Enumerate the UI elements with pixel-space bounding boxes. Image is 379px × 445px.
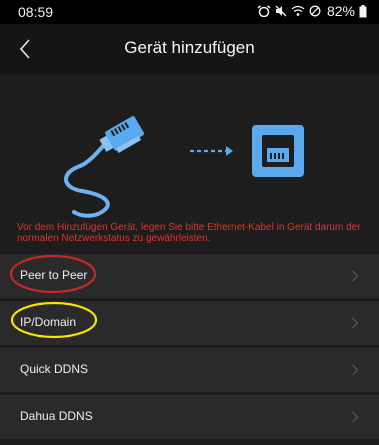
arrow-right-icon	[190, 146, 233, 156]
ethernet-plug-icon	[99, 116, 145, 153]
menu-item-label: Dahua DDNS	[20, 409, 93, 423]
status-bar: 08:59 82%	[0, 0, 379, 24]
page-title: Gerät hinzufügen	[124, 38, 255, 57]
chevron-right-icon	[352, 270, 359, 282]
add-method-list: Peer to Peer IP/Domain Quick DDNS Dahua …	[0, 254, 379, 442]
ethernet-port-icon	[252, 125, 304, 177]
alarm-icon	[257, 5, 271, 17]
menu-item-quick-ddns[interactable]: Quick DDNS	[0, 348, 379, 392]
menu-item-label: Peer to Peer	[20, 268, 88, 282]
battery-percent: 82%	[326, 3, 355, 19]
status-time: 08:59	[18, 4, 54, 20]
wifi-icon	[291, 5, 305, 17]
menu-item-dahua-ddns[interactable]: Dahua DDNS	[0, 395, 379, 439]
menu-item-label: IP/Domain	[20, 315, 77, 329]
do-not-disturb-icon	[309, 5, 321, 17]
menu-item-label: Quick DDNS	[20, 362, 89, 376]
app-bar: Gerät hinzufügen	[0, 24, 379, 74]
chevron-right-icon	[352, 364, 359, 376]
ethernet-notice-text: Vor dem Hinzufügen Gerät, legen Sie bitt…	[17, 222, 361, 244]
chevron-right-icon	[352, 317, 359, 329]
ethernet-cable-icon	[64, 164, 110, 218]
chevron-right-icon	[352, 411, 359, 423]
mute-icon	[275, 5, 287, 17]
battery-icon	[359, 4, 367, 18]
status-icons: 82%	[257, 3, 367, 19]
content-area: Vor dem Hinzufügen Gerät, legen Sie bitt…	[0, 74, 379, 445]
ethernet-connection-illustration	[64, 116, 304, 218]
menu-item-ip-domain[interactable]: IP/Domain	[0, 301, 379, 345]
menu-item-peer-to-peer[interactable]: Peer to Peer	[0, 254, 379, 298]
